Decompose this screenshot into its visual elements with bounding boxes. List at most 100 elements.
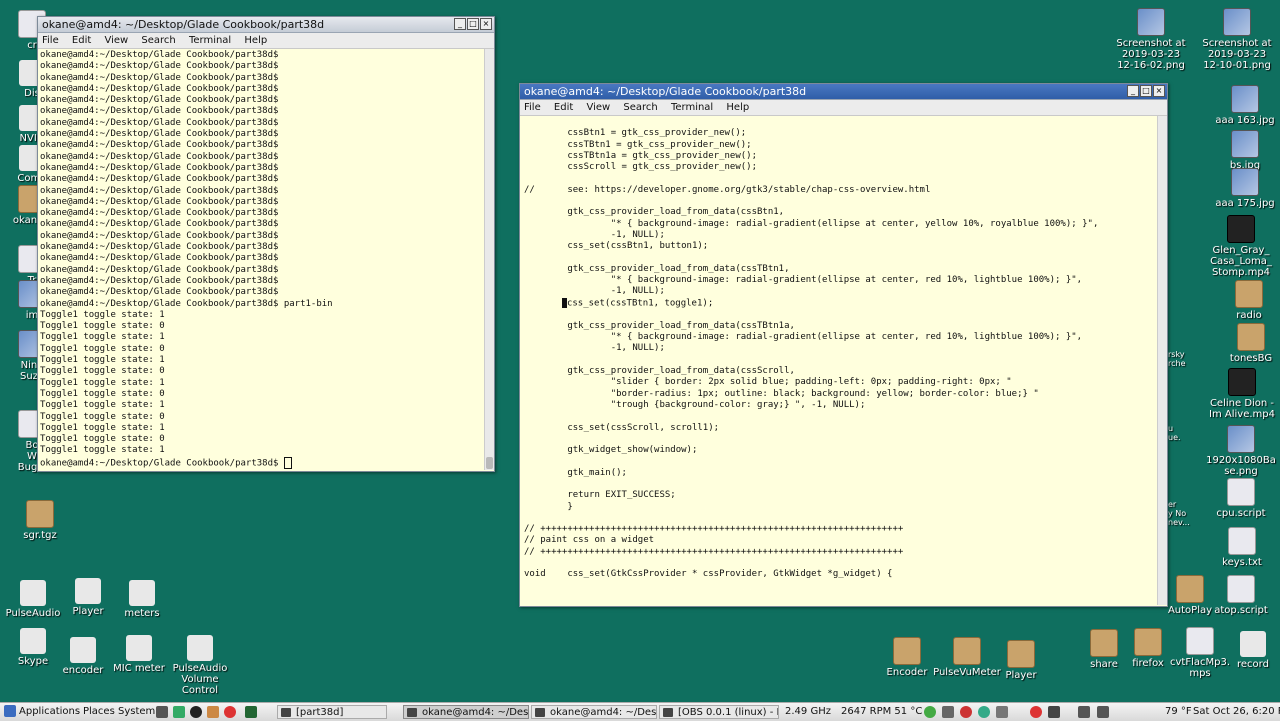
- menu-help[interactable]: Help: [244, 35, 267, 46]
- desktop-icon-record[interactable]: record: [1213, 631, 1280, 670]
- taskbar-button[interactable]: [OBS 0.0.1 (linux) - Pro...: [659, 705, 779, 719]
- menu-file[interactable]: File: [42, 35, 59, 46]
- desktop-icon-cpuscript[interactable]: cpu.script: [1201, 478, 1280, 519]
- terminal-window-right[interactable]: okane@amd4: ~/Desktop/Glade Cookbook/par…: [519, 83, 1168, 607]
- launcher-icon[interactable]: [173, 706, 185, 718]
- tray-app-icon[interactable]: [1078, 706, 1090, 718]
- folder-icon: [1007, 640, 1035, 668]
- file-icon: [1228, 527, 1256, 555]
- window-titlebar[interactable]: okane@amd4: ~/Desktop/Glade Cookbook/par…: [38, 17, 494, 33]
- maximize-button[interactable]: □: [467, 18, 479, 30]
- menu-edit[interactable]: Edit: [72, 35, 91, 46]
- taskbar-button[interactable]: okane@amd4: ~/Desk...: [531, 705, 657, 719]
- terminal-launcher-icon[interactable]: [156, 706, 168, 718]
- code-line: "* { background-image: radial-gradient(e…: [524, 332, 1083, 343]
- terminal-line: okane@amd4:~/Desktop/Glade Cookbook/part…: [40, 298, 333, 309]
- menu-search[interactable]: Search: [141, 35, 175, 46]
- menubar: File Edit View Search Terminal Help: [38, 33, 494, 49]
- terminal-prompt-line[interactable]: okane@amd4:~/Desktop/Glade Cookbook/part…: [40, 456, 482, 470]
- menu-help[interactable]: Help: [726, 102, 749, 113]
- desktop-icon-label: tonesBG: [1229, 353, 1273, 364]
- desktop-icon-pavc[interactable]: PulseAudio Volume Control: [160, 635, 240, 696]
- places-menu[interactable]: Places: [83, 703, 115, 721]
- desktop-icon-keys[interactable]: keys.txt: [1202, 527, 1280, 568]
- desktop-icon-atop[interactable]: atop.script: [1201, 575, 1280, 616]
- menu-terminal[interactable]: Terminal: [671, 102, 713, 113]
- obs-launcher-icon[interactable]: [190, 706, 202, 718]
- weather-temperature[interactable]: 79 °F: [1165, 703, 1192, 721]
- close-button[interactable]: ×: [1153, 85, 1165, 97]
- desktop-icon-png1920[interactable]: 1920x1080Ba se.png: [1201, 425, 1280, 477]
- desktop-icon-bs[interactable]: bs.jpg: [1205, 130, 1280, 171]
- taskbar-button[interactable]: okane@amd4: ~/Desk...: [403, 705, 529, 719]
- terminal-line: okane@amd4:~/Desktop/Glade Cookbook/part…: [40, 106, 279, 117]
- terminal-line: Toggle1 toggle state: 1: [40, 332, 165, 343]
- terminal-line: Toggle1 toggle state: 0: [40, 411, 165, 422]
- window-titlebar[interactable]: okane@amd4: ~/Desktop/Glade Cookbook/par…: [520, 84, 1167, 100]
- chrome-launcher-icon[interactable]: [224, 706, 236, 718]
- tray-app-icon[interactable]: [1097, 706, 1109, 718]
- terminal-scrollbar[interactable]: [1157, 116, 1167, 605]
- terminal-line: okane@amd4:~/Desktop/Glade Cookbook/part…: [40, 117, 279, 128]
- desktop-icon-celine[interactable]: Celine Dion - Im Alive.mp4: [1202, 368, 1280, 420]
- clock[interactable]: Sat Oct 26, 6:20 PM: [1193, 703, 1280, 721]
- desktop-icon-sgr[interactable]: sgr.tgz: [0, 500, 80, 541]
- printer-icon[interactable]: [942, 706, 954, 718]
- terminal-scrollbar[interactable]: [484, 49, 494, 470]
- desktop-icon-radio[interactable]: radio: [1209, 280, 1280, 321]
- desktop-icon-tonesbg[interactable]: tonesBG: [1211, 323, 1280, 364]
- desktop-icon-label: cr: [27, 40, 37, 51]
- desktop-icon-ss1[interactable]: Screenshot at 2019-03-23 12-16-02.png: [1111, 8, 1191, 71]
- taskbar-button[interactable]: [part38d]: [277, 705, 387, 719]
- terminal-window-left[interactable]: okane@amd4: ~/Desktop/Glade Cookbook/par…: [37, 16, 495, 472]
- maximize-button[interactable]: □: [1140, 85, 1152, 97]
- desktop-icon-glen[interactable]: Glen_Gray_ Casa_Loma_ Stomp.mp4: [1201, 215, 1280, 278]
- desktop-icon-ss2[interactable]: Screenshot at 2019-03-23 12-10-01.png: [1197, 8, 1277, 71]
- volume-icon[interactable]: [996, 706, 1008, 718]
- terminal-editor-text[interactable]: cssBtn1 = gtk_css_provider_new(); cssTBt…: [522, 116, 1156, 605]
- desktop-icon-aaa163[interactable]: aaa 163.jpg: [1205, 85, 1280, 126]
- code-line: // +++++++++++++++++++++++++++++++++++++…: [524, 524, 904, 535]
- desktop-icon-meters[interactable]: meters: [102, 580, 182, 619]
- code-line: gtk_widget_show(window);: [524, 445, 698, 456]
- applications-menu[interactable]: Applications: [4, 703, 80, 721]
- close-button[interactable]: ×: [480, 18, 492, 30]
- minimize-button[interactable]: _: [454, 18, 466, 30]
- desktop-icon-label: Celine Dion - Im Alive.mp4: [1209, 398, 1275, 420]
- desktop-icon-label: atop.script: [1214, 605, 1268, 616]
- menu-file[interactable]: File: [524, 102, 541, 113]
- scrollbar-thumb[interactable]: [486, 457, 493, 469]
- terminal-line: okane@amd4:~/Desktop/Glade Cookbook/part…: [40, 129, 279, 140]
- menu-search[interactable]: Search: [623, 102, 657, 113]
- tray-app-icon[interactable]: [1048, 706, 1060, 718]
- chrome-tray-icon[interactable]: [1030, 706, 1042, 718]
- record-icon[interactable]: [960, 706, 972, 718]
- text-cursor: [283, 456, 292, 469]
- system-menu[interactable]: System: [118, 703, 155, 721]
- network-icon[interactable]: [924, 706, 936, 718]
- sync-icon[interactable]: [978, 706, 990, 718]
- terminal-output[interactable]: okane@amd4:~/Desktop/Glade Cookbook/part…: [38, 49, 482, 470]
- menu-edit[interactable]: Edit: [554, 102, 573, 113]
- app-icon: [126, 635, 152, 661]
- editor-launcher-icon[interactable]: [207, 706, 219, 718]
- menu-view[interactable]: View: [104, 35, 128, 46]
- desktop-icon-player2[interactable]: Player: [981, 640, 1061, 681]
- monitor-launcher-icon[interactable]: [245, 706, 257, 718]
- terminal-line: okane@amd4:~/Desktop/Glade Cookbook/part…: [40, 185, 279, 196]
- menu-terminal[interactable]: Terminal: [189, 35, 231, 46]
- partial-desktop-label: rsky rche: [1168, 350, 1186, 368]
- terminal-line: okane@amd4:~/Desktop/Glade Cookbook/part…: [40, 140, 279, 151]
- menu-view[interactable]: View: [586, 102, 610, 113]
- folder-icon: [26, 500, 54, 528]
- fan-temperature: 2647 RPM 51 °C: [841, 706, 923, 717]
- terminal-line: okane@amd4:~/Desktop/Glade Cookbook/part…: [40, 275, 279, 286]
- minimize-button[interactable]: _: [1127, 85, 1139, 97]
- desktop-icon-aaa175[interactable]: aaa 175.jpg: [1205, 168, 1280, 209]
- code-line: css_set(cssTBtn1, toggle1);: [524, 297, 1156, 310]
- terminal-line: okane@amd4:~/Desktop/Glade Cookbook/part…: [40, 61, 279, 72]
